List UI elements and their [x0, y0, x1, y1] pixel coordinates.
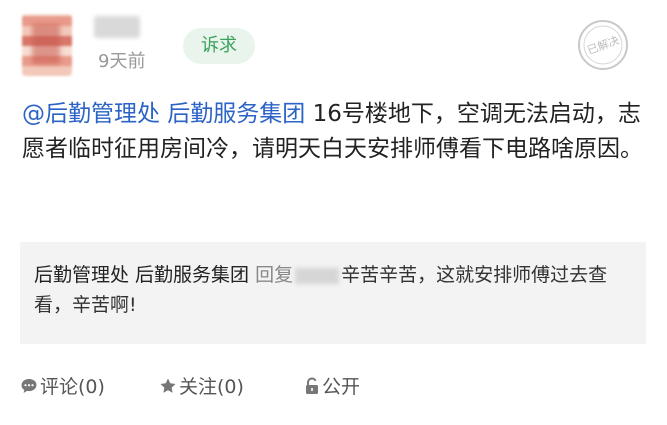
comment-label: 评论(0) [40, 376, 105, 398]
reply-author[interactable]: 后勤管理处 后勤服务集团 [34, 264, 249, 286]
reply-box: 后勤管理处 后勤服务集团 回复 辛苦辛苦，这就安排师傅过去查看，辛苦啊! [20, 242, 646, 344]
avatar[interactable] [22, 14, 72, 76]
svg-text:已解决: 已解决 [585, 33, 621, 57]
unlock-icon [306, 377, 318, 394]
visibility-button[interactable]: 公开 [304, 372, 360, 399]
post-content: @后勤管理处 后勤服务集团 16号楼地下，空调无法启动，志愿者临时征用房间冷，请… [22, 97, 647, 167]
reply-target-blurred [295, 267, 340, 284]
reply-verb: 回复 [249, 264, 294, 286]
comment-button[interactable]: 评论(0) [20, 372, 105, 399]
comment-icon [21, 379, 37, 393]
post-time: 9天前 [98, 51, 146, 72]
star-icon [160, 378, 176, 393]
mention-link[interactable]: @后勤管理处 后勤服务集团 [22, 101, 305, 127]
resolved-stamp-icon: 已解决 [578, 20, 628, 70]
username-blurred[interactable] [94, 16, 140, 38]
reply-text-container: 后勤管理处 后勤服务集团 回复 辛苦辛苦，这就安排师傅过去查看，辛苦啊! [34, 260, 634, 320]
follow-button[interactable]: 关注(0) [159, 372, 244, 399]
visibility-label: 公开 [322, 376, 361, 398]
category-tag: 诉求 [183, 28, 255, 64]
follow-label: 关注(0) [179, 376, 244, 398]
